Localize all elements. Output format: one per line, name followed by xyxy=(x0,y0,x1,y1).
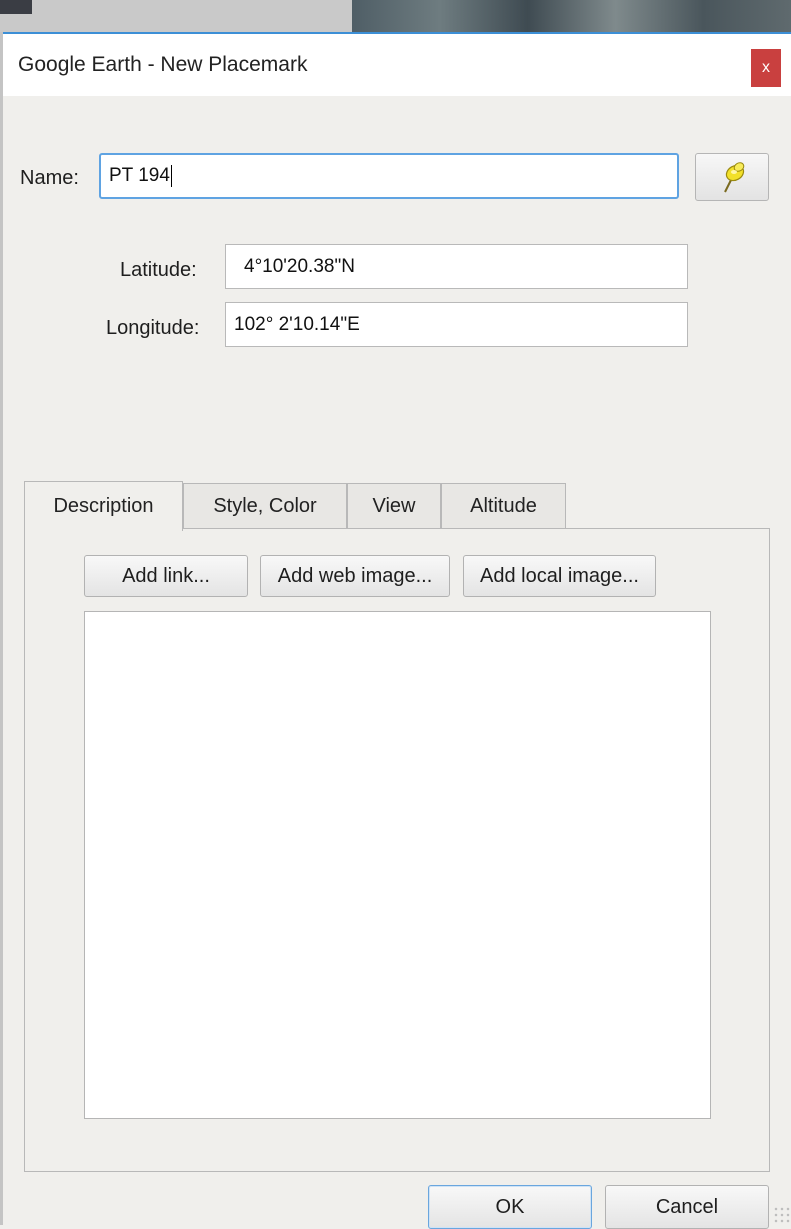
background-corner xyxy=(0,0,32,14)
add-local-image-button[interactable]: Add local image... xyxy=(463,555,656,597)
close-icon: x xyxy=(762,59,770,76)
tab-view-label: View xyxy=(372,495,416,517)
tab-style-color-label: Style, Color xyxy=(213,495,317,517)
tab-style-color[interactable]: Style, Color xyxy=(183,483,347,529)
text-caret xyxy=(170,165,172,187)
latitude-label: Latitude: xyxy=(120,259,197,281)
name-input[interactable]: PT 194 xyxy=(99,153,679,199)
longitude-label: Longitude: xyxy=(106,317,200,339)
add-web-image-button[interactable]: Add web image... xyxy=(260,555,450,597)
name-label: Name: xyxy=(20,167,79,189)
map-view-background xyxy=(352,0,791,32)
latitude-input[interactable]: 4°10'20.38"N xyxy=(225,244,688,289)
new-placemark-dialog: Google Earth - New Placemark x Name: PT … xyxy=(3,32,791,1229)
close-button[interactable]: x xyxy=(751,49,781,87)
longitude-value: 102° 2'10.14"E xyxy=(234,313,360,335)
title-bar[interactable]: Google Earth - New Placemark x xyxy=(3,34,791,96)
tab-description-label: Description xyxy=(53,495,154,517)
add-link-button[interactable]: Add link... xyxy=(84,555,248,597)
latitude-value: 4°10'20.38"N xyxy=(244,255,355,277)
dialog-title: Google Earth - New Placemark xyxy=(18,53,308,76)
ok-button[interactable]: OK xyxy=(428,1185,592,1229)
tab-altitude-label: Altitude xyxy=(470,495,537,517)
resize-grip[interactable] xyxy=(773,1206,791,1224)
description-textarea[interactable] xyxy=(84,611,711,1119)
name-value: PT 194 xyxy=(109,165,170,186)
tab-description[interactable]: Description xyxy=(24,481,183,531)
tab-altitude[interactable]: Altitude xyxy=(441,483,566,529)
placemark-icon-button[interactable] xyxy=(695,153,769,201)
tab-view[interactable]: View xyxy=(347,483,441,529)
cancel-button[interactable]: Cancel xyxy=(605,1185,769,1229)
longitude-input[interactable]: 102° 2'10.14"E xyxy=(225,302,688,347)
yellow-pushpin-icon xyxy=(724,162,745,193)
